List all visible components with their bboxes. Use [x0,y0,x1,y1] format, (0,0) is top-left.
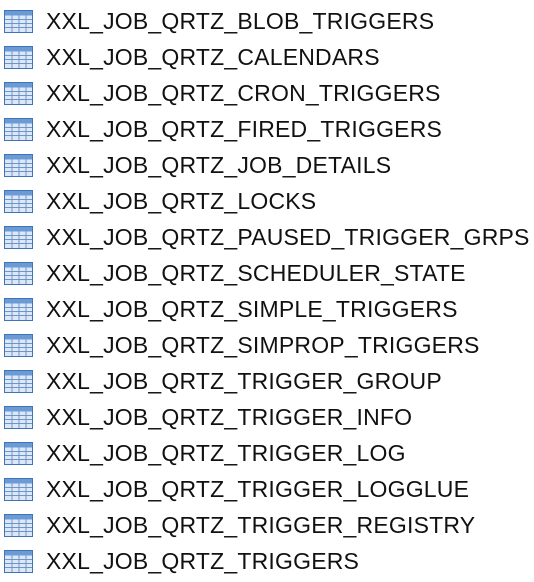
table-icon [4,9,33,33]
table-item[interactable]: XXL_JOB_QRTZ_PAUSED_TRIGGER_GRPS [0,219,534,255]
table-name: XXL_JOB_QRTZ_TRIGGER_INFO [46,403,413,430]
table-name: XXL_JOB_QRTZ_JOB_DETAILS [46,151,392,178]
table-name: XXL_JOB_QRTZ_FIRED_TRIGGERS [46,115,443,142]
table-item[interactable]: XXL_JOB_QRTZ_TRIGGER_GROUP [0,363,534,399]
table-icon [4,189,33,213]
table-item[interactable]: XXL_JOB_QRTZ_JOB_DETAILS [0,147,534,183]
table-name: XXL_JOB_QRTZ_TRIGGER_LOG [46,439,406,466]
table-item[interactable]: XXL_JOB_QRTZ_CALENDARS [0,39,534,75]
table-icon [4,261,33,285]
table-item[interactable]: XXL_JOB_QRTZ_FIRED_TRIGGERS [0,111,534,147]
table-item[interactable]: XXL_JOB_QRTZ_TRIGGER_INFO [0,399,534,435]
table-item[interactable]: XXL_JOB_QRTZ_SIMPLE_TRIGGERS [0,291,534,327]
table-item[interactable]: XXL_JOB_QRTZ_TRIGGER_LOG [0,435,534,471]
table-icon [4,477,33,501]
table-list: XXL_JOB_QRTZ_BLOB_TRIGGERS XXL_JOB_QRTZ_C… [0,3,534,579]
table-name: XXL_JOB_QRTZ_SCHEDULER_STATE [46,259,466,286]
table-name: XXL_JOB_QRTZ_SIMPLE_TRIGGERS [46,295,458,322]
table-item[interactable]: XXL_JOB_QRTZ_TRIGGERS [0,543,534,579]
table-item[interactable]: XXL_JOB_QRTZ_CRON_TRIGGERS [0,75,534,111]
table-item[interactable]: XXL_JOB_QRTZ_BLOB_TRIGGERS [0,3,534,39]
table-icon [4,513,33,537]
table-item[interactable]: XXL_JOB_QRTZ_TRIGGER_REGISTRY [0,507,534,543]
table-icon [4,405,33,429]
table-name: XXL_JOB_QRTZ_LOCKS [46,187,317,214]
table-name: XXL_JOB_QRTZ_TRIGGER_GROUP [46,367,442,394]
table-name: XXL_JOB_QRTZ_CRON_TRIGGERS [46,79,441,106]
table-name: XXL_JOB_QRTZ_TRIGGER_REGISTRY [46,511,476,538]
table-name: XXL_JOB_QRTZ_TRIGGER_LOGGLUE [46,475,470,502]
table-name: XXL_JOB_QRTZ_TRIGGERS [46,547,360,574]
table-icon [4,441,33,465]
table-icon [4,81,33,105]
table-name: XXL_JOB_QRTZ_BLOB_TRIGGERS [46,7,435,34]
table-item[interactable]: XXL_JOB_QRTZ_TRIGGER_LOGGLUE [0,471,534,507]
table-icon [4,549,33,573]
table-icon [4,117,33,141]
table-name: XXL_JOB_QRTZ_PAUSED_TRIGGER_GRPS [46,223,530,250]
table-icon [4,369,33,393]
table-name: XXL_JOB_QRTZ_SIMPROP_TRIGGERS [46,331,480,358]
table-item[interactable]: XXL_JOB_QRTZ_SIMPROP_TRIGGERS [0,327,534,363]
table-item[interactable]: XXL_JOB_QRTZ_SCHEDULER_STATE [0,255,534,291]
table-icon [4,45,33,69]
table-name: XXL_JOB_QRTZ_CALENDARS [46,43,380,70]
table-item[interactable]: XXL_JOB_QRTZ_LOCKS [0,183,534,219]
table-icon [4,297,33,321]
table-icon [4,333,33,357]
table-icon [4,225,33,249]
table-icon [4,153,33,177]
